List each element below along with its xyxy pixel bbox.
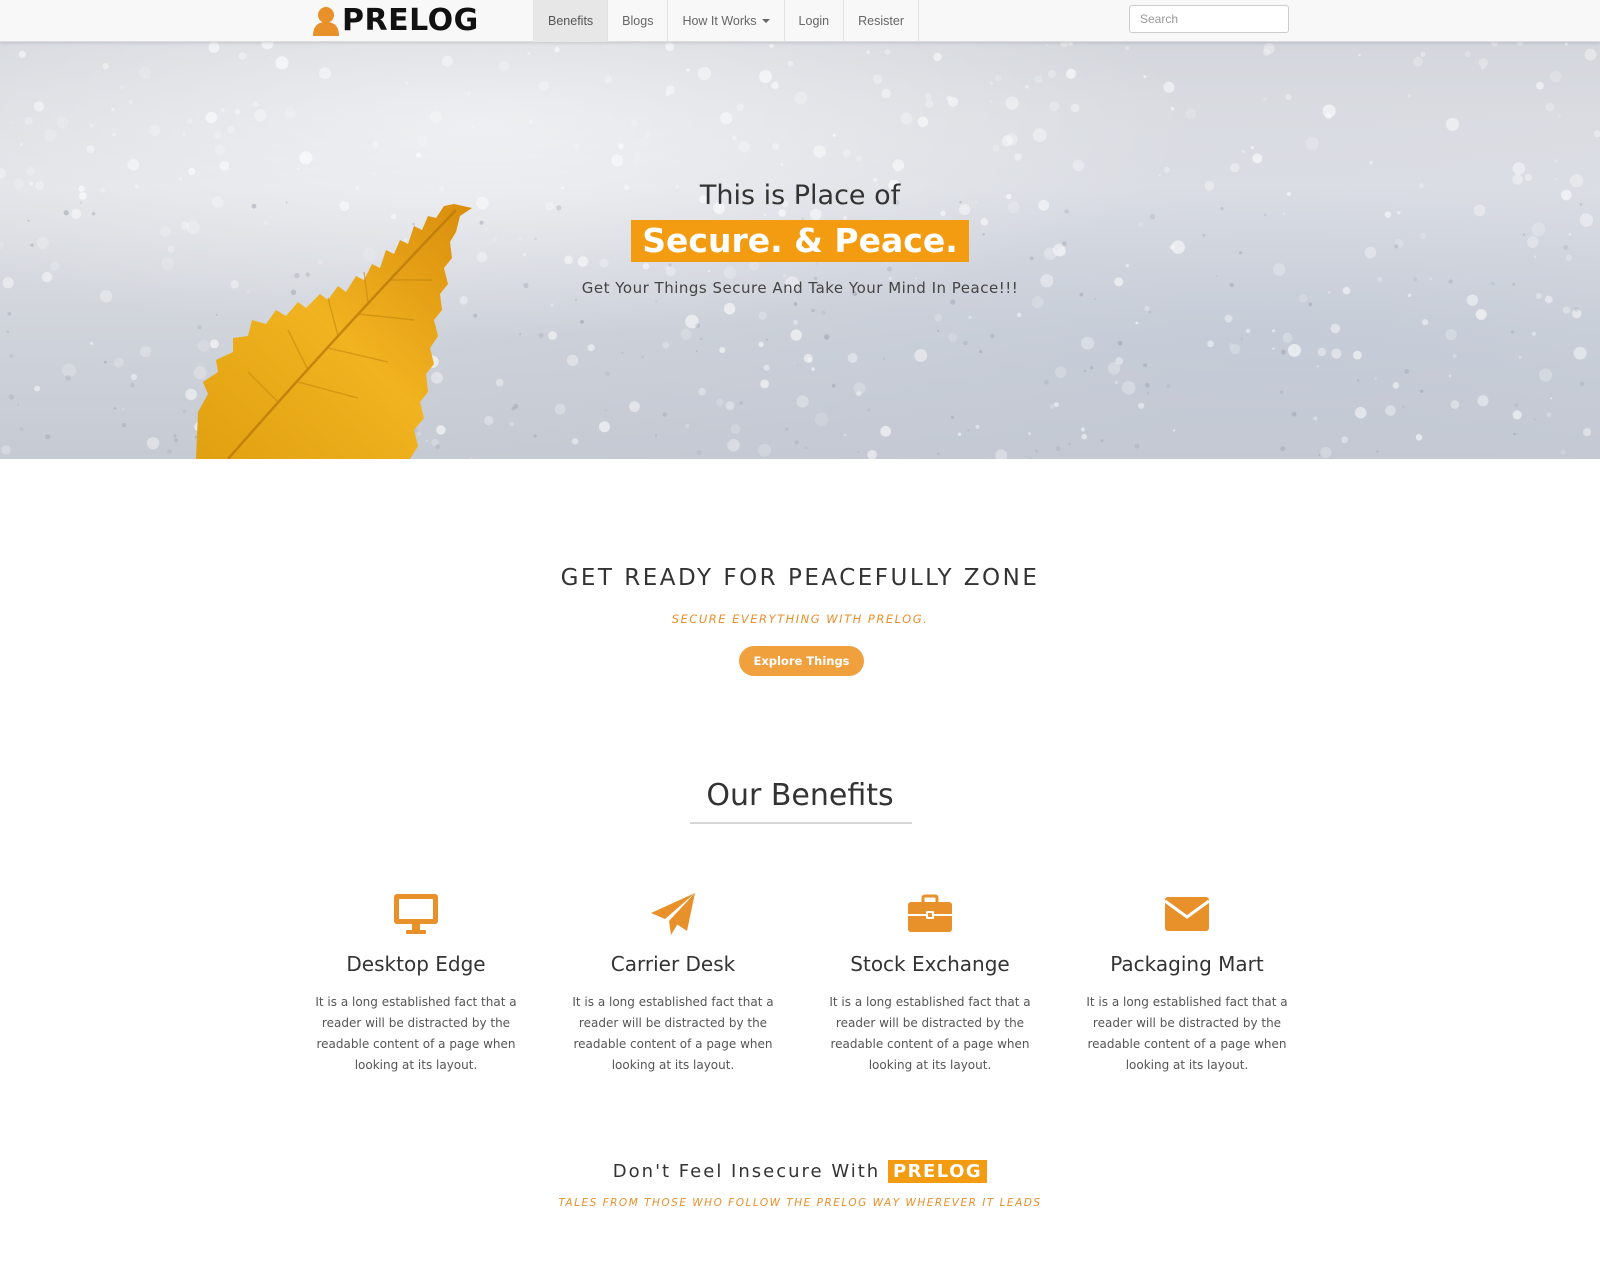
search-input[interactable] [1129,5,1289,33]
briefcase-icon [908,894,952,932]
benefit-title: Carrier Desk [610,952,736,976]
brand-name: PRELOG [342,3,479,38]
hero-highlight: Secure. & Peace. [631,220,969,262]
benefit-text: It is a long established fact that a rea… [1086,995,1288,1072]
benefit-text: It is a long established fact that a rea… [829,995,1031,1072]
section-subtitle: SECURE EVERYTHING WITH PRELOG. [671,612,929,626]
top-navbar: PRELOG Benefits Blogs How It Works Login… [0,0,1600,42]
testimonials-title-text: Don't Feel Insecure With [612,1161,881,1182]
testimonials-brand: PRELOG [887,1160,988,1183]
paper-plane-icon [651,893,695,935]
section-title: GET READY FOR PEACEFULLY ZONE [560,565,1040,591]
testimonials-subtitle: TALES FROM THOSE WHO FOLLOW THE PRELOG W… [558,1197,1042,1209]
user-icon [313,7,339,36]
nav-item-register[interactable]: Resister [844,0,919,42]
nav-item-label: How It Works [682,14,757,28]
hero-heading: This is Place of [699,180,901,211]
benefit-text: It is a long established fact that a rea… [572,995,774,1072]
benefit-card: Stock Exchange It is a long established … [810,890,1050,1076]
benefit-text: It is a long established fact that a rea… [315,995,517,1072]
envelope-icon [1164,897,1210,931]
benefit-title: Packaging Mart [1110,952,1264,976]
nav-item-label: Blogs [622,14,654,28]
divider [690,822,912,824]
brand-logo[interactable]: PRELOG [312,3,479,39]
benefit-card: Packaging Mart It is a long established … [1067,890,1307,1076]
main-nav: Benefits Blogs How It Works Login Resist… [533,0,919,42]
hero-subtitle: Get Your Things Secure And Take Your Min… [581,279,1019,297]
benefits-title: Our Benefits [706,778,894,813]
nav-item-blogs[interactable]: Blogs [608,0,669,42]
hero-banner: This is Place of Secure. & Peace. Get Yo… [0,42,1600,459]
nav-item-label: Benefits [548,14,594,28]
nav-item-label: Resister [858,14,904,28]
benefit-title: Desktop Edge [346,952,486,976]
testimonials-title: Don't Feel Insecure With PRELOG [0,1160,1600,1183]
benefit-card: Carrier Desk It is a long established fa… [553,890,793,1076]
nav-item-how-it-works[interactable]: How It Works [668,0,785,42]
benefit-card: Desktop Edge It is a long established fa… [296,890,536,1076]
caret-down-icon [761,19,770,23]
nav-item-login[interactable]: Login [785,0,845,42]
benefit-title: Stock Exchange [850,952,1010,976]
desktop-icon [394,894,438,934]
explore-things-button[interactable]: Explore Things [739,646,864,676]
nav-item-label: Login [798,14,830,28]
nav-item-benefits[interactable]: Benefits [534,0,609,42]
